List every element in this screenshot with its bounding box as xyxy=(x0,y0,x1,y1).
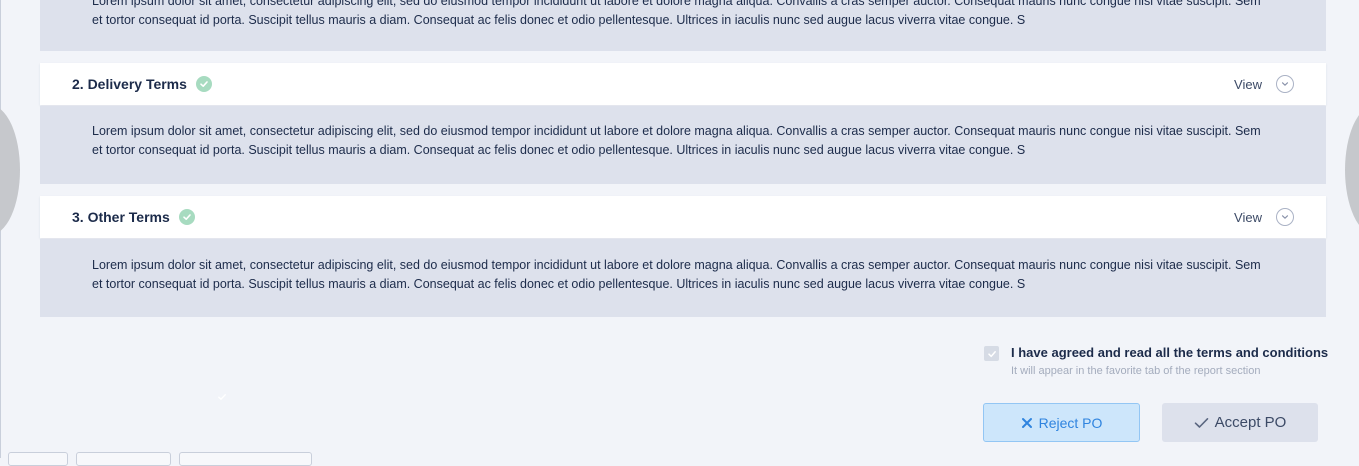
term-title: 2. Delivery Terms xyxy=(72,76,187,92)
check-circle-icon xyxy=(195,76,212,92)
term-title: 3. Other Terms xyxy=(72,209,170,225)
term-body-text: Lorem ipsum dolor sit amet, consectetur … xyxy=(92,124,1261,157)
term-body-text: Lorem ipsum dolor sit amet, consectetur … xyxy=(92,258,1261,291)
chevron-down-icon[interactable] xyxy=(1276,75,1294,93)
view-toggle[interactable]: View xyxy=(1234,75,1294,93)
agreement-row: I have agreed and read all the terms and… xyxy=(984,344,1328,377)
term-body-payment: Lorem ipsum dolor sit amet, consectetur … xyxy=(40,0,1326,51)
view-link[interactable]: View xyxy=(1234,210,1262,225)
chevron-down-icon[interactable] xyxy=(1276,208,1294,226)
check-circle-icon xyxy=(178,209,195,225)
x-icon xyxy=(1021,417,1032,428)
term-body-text: Lorem ipsum dolor sit amet, consectetur … xyxy=(92,0,1261,27)
checkmark-icon xyxy=(1194,417,1208,428)
accept-po-button[interactable]: Accept PO xyxy=(1162,403,1318,442)
agree-hint: It will appear in the favorite tab of th… xyxy=(1011,365,1261,377)
carousel-prev-handle[interactable] xyxy=(0,105,20,235)
reject-po-label: Reject PO xyxy=(1038,414,1103,431)
agree-checkbox[interactable] xyxy=(984,346,999,361)
term-body-delivery: Lorem ipsum dolor sit amet, consectetur … xyxy=(40,106,1326,184)
term-header-delivery[interactable]: 2. Delivery Terms View xyxy=(40,63,1326,105)
reject-po-button[interactable]: Reject PO xyxy=(983,403,1140,442)
agree-label: I have agreed and read all the terms and… xyxy=(1011,345,1329,360)
term-header-other[interactable]: 3. Other Terms View xyxy=(40,196,1326,238)
accept-po-label: Accept PO xyxy=(1214,414,1287,431)
bottom-tab[interactable] xyxy=(8,452,68,466)
carousel-next-handle[interactable] xyxy=(1345,105,1359,235)
bottom-tab[interactable] xyxy=(76,452,171,466)
view-toggle[interactable]: View xyxy=(1234,208,1294,226)
view-link[interactable]: View xyxy=(1234,77,1262,92)
bottom-tab[interactable] xyxy=(179,452,312,466)
checkmark-icon xyxy=(218,394,226,400)
term-body-other: Lorem ipsum dolor sit amet, consectetur … xyxy=(40,239,1326,317)
